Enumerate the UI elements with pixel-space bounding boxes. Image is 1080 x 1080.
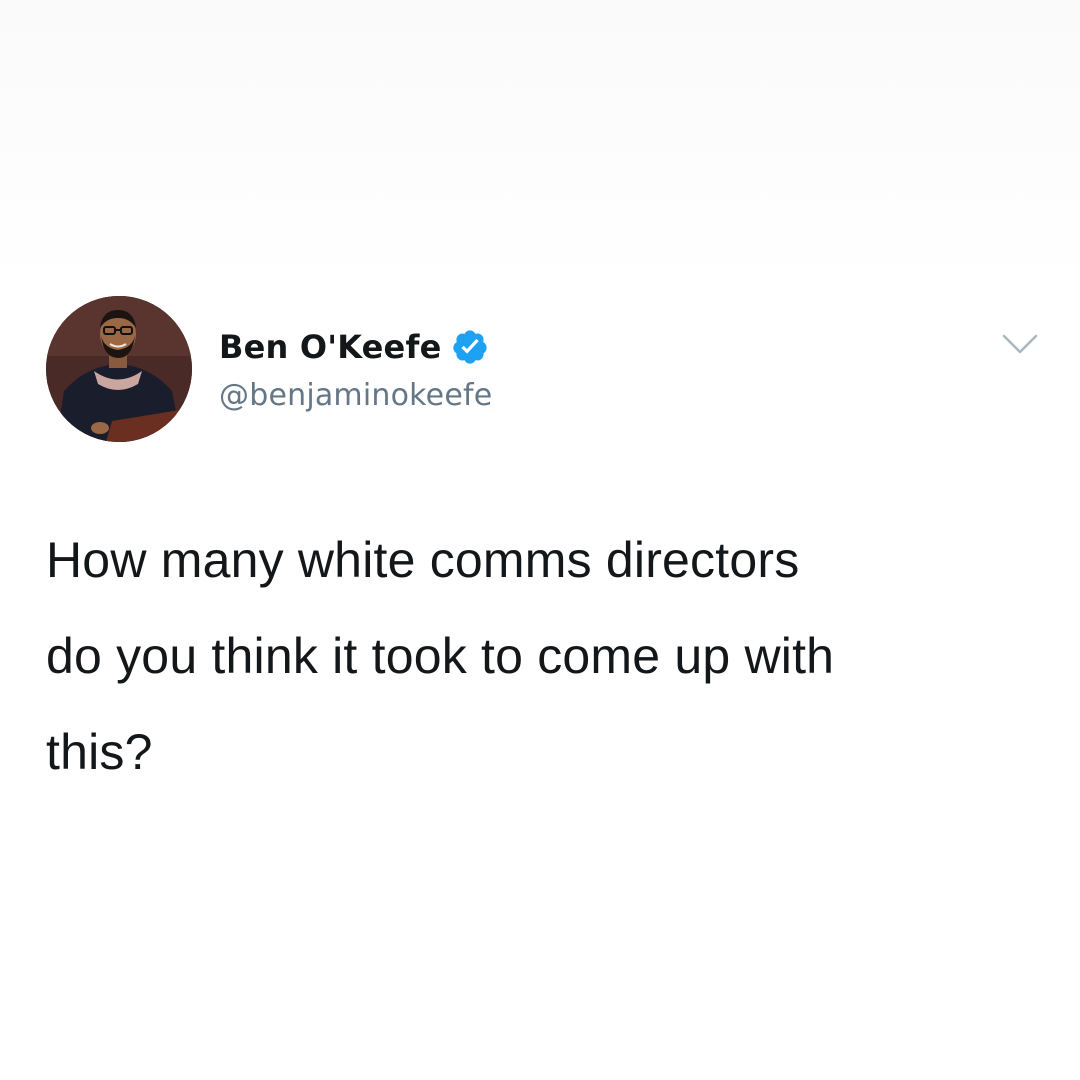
tweet-menu-button[interactable] <box>1000 330 1040 358</box>
verified-badge-icon <box>451 328 489 366</box>
author-handle[interactable]: @benjaminokeefe <box>219 378 492 413</box>
tweet-card: Ben O'Keefe @benjaminokeefe How many whi… <box>0 290 1080 850</box>
profile-photo-icon <box>46 296 192 442</box>
author-display-name[interactable]: Ben O'Keefe <box>219 328 441 366</box>
top-background <box>0 0 1080 290</box>
tweet-screenshot: Ben O'Keefe @benjaminokeefe How many whi… <box>0 0 1080 1080</box>
chevron-down-icon <box>1002 334 1038 354</box>
tweet-text: How many white comms directors do you th… <box>46 532 835 780</box>
avatar[interactable] <box>46 296 192 442</box>
author-name-row: Ben O'Keefe <box>219 326 489 368</box>
